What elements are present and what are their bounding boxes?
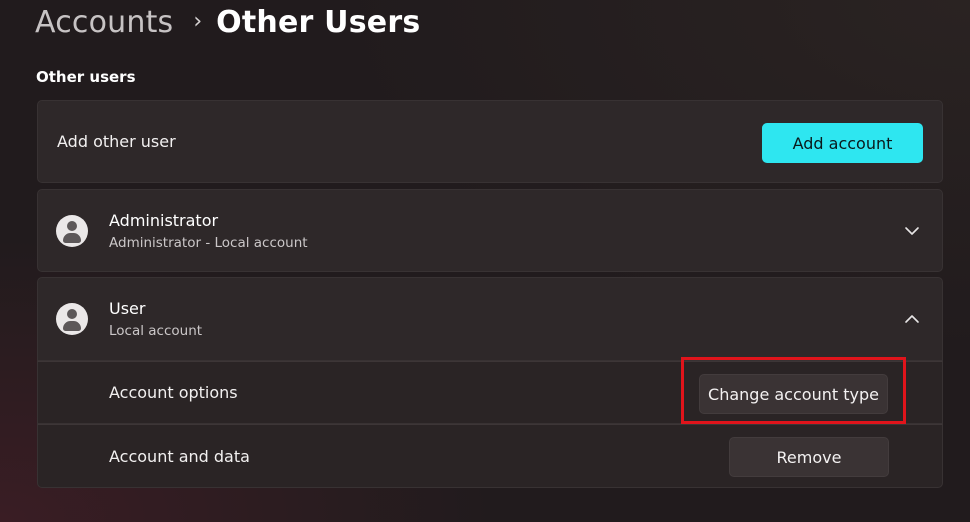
breadcrumb-accounts-link[interactable]: Accounts	[35, 5, 173, 40]
chevron-up-icon[interactable]	[904, 314, 920, 324]
chevron-down-icon[interactable]	[904, 226, 920, 236]
add-other-user-card: Add other user Add account	[37, 100, 943, 183]
account-name: User	[109, 299, 146, 318]
avatar-icon	[56, 215, 88, 247]
account-name: Administrator	[109, 211, 219, 230]
breadcrumb: Accounts › Other Users	[35, 0, 420, 44]
add-account-button[interactable]: Add account	[762, 123, 923, 163]
account-subtitle: Local account	[109, 323, 203, 339]
add-other-user-label: Add other user	[57, 132, 176, 151]
account-options-label: Account options	[109, 383, 238, 402]
avatar-icon	[56, 303, 88, 335]
remove-button[interactable]: Remove	[729, 437, 889, 477]
change-account-type-button[interactable]: Change account type	[699, 374, 888, 414]
account-card-user: User Local account Account options Chang…	[37, 277, 943, 488]
account-user-header[interactable]: User Local account	[37, 277, 943, 361]
account-and-data-label: Account and data	[109, 447, 250, 466]
breadcrumb-separator-icon: ›	[193, 8, 203, 34]
account-and-data-row: Account and data Remove	[37, 424, 943, 488]
account-options-row: Account options Change account type	[37, 361, 943, 424]
account-card-administrator[interactable]: Administrator Administrator - Local acco…	[37, 189, 943, 272]
section-title: Other users	[36, 68, 136, 86]
page-title: Other Users	[216, 4, 421, 40]
account-subtitle: Administrator - Local account	[109, 235, 308, 251]
